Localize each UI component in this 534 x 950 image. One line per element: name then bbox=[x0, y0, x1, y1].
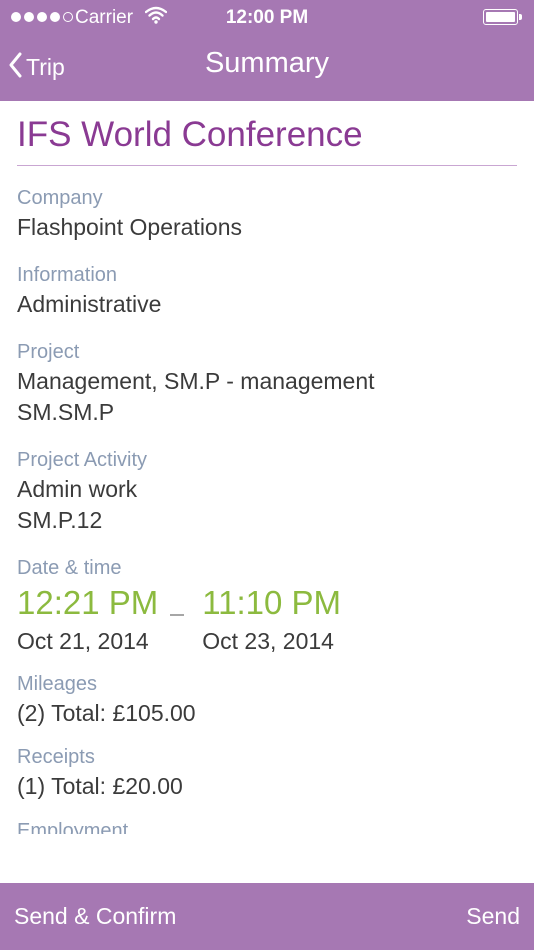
receipts-value: (1) Total: £20.00 bbox=[17, 773, 183, 799]
mileages-field[interactable]: Mileages (2) Total: £105.00 bbox=[17, 672, 517, 729]
page-title-bar: Summary bbox=[204, 47, 330, 79]
header: Carrier 12:00 PM Trip Summary bbox=[0, 0, 534, 101]
send-button[interactable]: Send bbox=[466, 903, 520, 930]
information-label: Information bbox=[17, 264, 118, 286]
back-button-label: Trip bbox=[26, 53, 65, 80]
date-range: 12:21 PM Oct 21, 2014 11:10 PM Oct 23, 2… bbox=[17, 582, 517, 656]
project-field: Project Management, SM.P - management SM… bbox=[17, 340, 517, 428]
end-time: 11:10 PM bbox=[202, 584, 342, 621]
end-date: Oct 23, 2014 bbox=[202, 628, 334, 654]
project-value-line2: SM.SM.P bbox=[17, 399, 115, 425]
title-divider bbox=[17, 165, 517, 166]
start-date: Oct 21, 2014 bbox=[17, 628, 149, 654]
battery-icon bbox=[483, 9, 523, 25]
company-label: Company bbox=[17, 187, 103, 209]
project-activity-field: Project Activity Admin work SM.P.12 bbox=[17, 448, 517, 536]
trip-title: IFS World Conference bbox=[17, 115, 363, 154]
navigation-bar: Trip Summary bbox=[0, 34, 534, 101]
start-datetime[interactable]: 12:21 PM Oct 21, 2014 bbox=[17, 582, 158, 656]
receipts-label: Receipts bbox=[17, 746, 95, 768]
project-activity-label: Project Activity bbox=[17, 449, 148, 471]
chevron-left-icon bbox=[8, 52, 22, 83]
company-field: Company Flashpoint Operations bbox=[17, 186, 517, 243]
date-range-separator bbox=[170, 614, 185, 616]
project-value-line1: Management, SM.P - management bbox=[17, 368, 375, 394]
status-time: 12:00 PM bbox=[225, 7, 309, 28]
status-bar: Carrier 12:00 PM bbox=[0, 0, 534, 34]
company-value: Flashpoint Operations bbox=[17, 214, 243, 240]
project-activity-line2: SM.P.12 bbox=[17, 507, 103, 533]
end-datetime[interactable]: 11:10 PM Oct 23, 2014 bbox=[202, 582, 341, 656]
summary-content[interactable]: IFS World Conference Company Flashpoint … bbox=[0, 101, 534, 883]
back-button[interactable]: Trip bbox=[8, 50, 65, 84]
information-field: Information Administrative bbox=[17, 263, 517, 320]
information-value: Administrative bbox=[17, 291, 162, 317]
bottom-toolbar: Send & Confirm Send bbox=[0, 883, 534, 950]
receipts-field[interactable]: Receipts (1) Total: £20.00 bbox=[17, 745, 517, 802]
mileages-label: Mileages bbox=[17, 673, 98, 695]
mileages-value: (2) Total: £105.00 bbox=[17, 700, 196, 726]
project-label: Project bbox=[17, 341, 80, 363]
date-time-label: Date & time bbox=[17, 557, 122, 579]
start-time: 12:21 PM bbox=[17, 584, 159, 621]
send-confirm-button[interactable]: Send & Confirm bbox=[14, 903, 176, 930]
next-field-label-cut: Employment bbox=[17, 820, 129, 834]
date-time-field: Date & time 12:21 PM Oct 21, 2014 11:10 … bbox=[17, 556, 517, 656]
project-activity-line1: Admin work bbox=[17, 476, 138, 502]
